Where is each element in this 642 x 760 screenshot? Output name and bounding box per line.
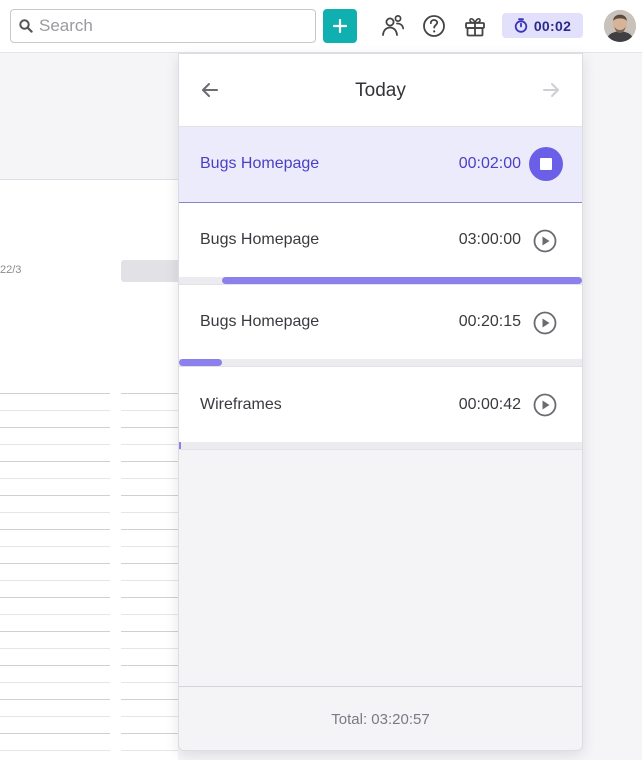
- avatar[interactable]: [604, 10, 636, 42]
- time-entry-row[interactable]: Bugs Homepage 00:02:00: [179, 127, 582, 203]
- entry-progress-track: [179, 277, 582, 284]
- gift-icon: [465, 17, 485, 37]
- team-button[interactable]: [379, 12, 407, 40]
- resume-timer-button[interactable]: [533, 393, 557, 417]
- entry-name: Wireframes: [200, 396, 282, 413]
- plus-icon: [333, 19, 347, 33]
- entry-progress-bar: [179, 359, 222, 366]
- background-grid-line: [0, 597, 110, 598]
- background-grid-line: [121, 631, 178, 632]
- background-grid-line: [0, 410, 110, 411]
- background-grid-line: [0, 427, 110, 428]
- background-grid-line: [121, 444, 178, 445]
- background-grid-line: [121, 699, 178, 700]
- background-grid-line: [121, 512, 178, 513]
- background-grid-line: [121, 393, 178, 394]
- entry-progress-bar: [179, 442, 181, 449]
- time-entry-row[interactable]: Bugs Homepage 00:20:15: [179, 285, 582, 367]
- user-avatar-image: [604, 10, 636, 42]
- gift-button[interactable]: [461, 12, 489, 40]
- background-grid-line: [0, 580, 110, 581]
- background-grid-line: [0, 614, 110, 615]
- search-icon: [19, 19, 33, 33]
- running-timer-button[interactable]: 00:02: [502, 13, 583, 38]
- help-icon: [423, 15, 445, 37]
- entry-duration: 00:02:00: [458, 155, 521, 172]
- play-icon: [533, 311, 557, 335]
- timer-label: 00:02: [533, 17, 572, 34]
- top-bar: 00:02: [0, 0, 642, 53]
- panel-footer: Total: 03:20:57: [179, 686, 582, 750]
- background-grid-line: [0, 665, 110, 666]
- background-grid-line: [0, 512, 110, 513]
- panel-title: Today: [355, 80, 406, 101]
- background-grid-line: [121, 614, 178, 615]
- panel-header: Today: [179, 54, 582, 127]
- background-grid-line: [121, 529, 178, 530]
- background-grid-line: [0, 478, 110, 479]
- entry-progress-track: [179, 442, 582, 449]
- background-grid-line: [0, 461, 110, 462]
- arrow-right-icon: [543, 83, 559, 97]
- total-duration: Total: 03:20:57: [331, 711, 430, 728]
- background-grid-line: [121, 580, 178, 581]
- resume-timer-button[interactable]: [533, 311, 557, 335]
- background-right-area: [583, 53, 642, 760]
- background-grid-line: [0, 529, 110, 530]
- background-grid-line: [0, 648, 110, 649]
- play-icon: [533, 393, 557, 417]
- time-entry-row[interactable]: Bugs Homepage 03:00:00: [179, 203, 582, 285]
- background-grid-line: [0, 750, 110, 751]
- timer-dropdown-panel: Today Bugs Homepage 00:02:00 Bugs Homepa…: [178, 53, 583, 751]
- search-input[interactable]: [39, 16, 299, 36]
- background-grid-line: [0, 716, 110, 717]
- next-day-button[interactable]: [541, 80, 561, 100]
- background-grid-line: [0, 393, 110, 394]
- entry-name: Bugs Homepage: [200, 313, 320, 330]
- background-grid-line: [121, 648, 178, 649]
- background-grid-line: [121, 750, 178, 751]
- entry-progress-bar: [222, 277, 582, 284]
- entry-duration: 00:00:42: [458, 396, 521, 413]
- search-box[interactable]: [10, 9, 316, 43]
- entry-duration: 03:00:00: [458, 231, 521, 248]
- entry-name: Bugs Homepage: [200, 155, 320, 172]
- background-grid-line: [0, 682, 110, 683]
- background-grid-line: [121, 410, 178, 411]
- resume-timer-button[interactable]: [533, 229, 557, 253]
- people-icon: [382, 15, 405, 36]
- background-grid-line: [0, 495, 110, 496]
- entry-duration: 00:20:15: [458, 313, 521, 330]
- background-grid-line: [121, 682, 178, 683]
- stop-icon: [540, 158, 552, 170]
- play-icon: [533, 229, 557, 253]
- background-grid-line: [0, 699, 110, 700]
- background-grid-line: [0, 631, 110, 632]
- background-date: 22/3: [0, 264, 22, 276]
- background-grid-line: [0, 546, 110, 547]
- stop-timer-button[interactable]: [529, 147, 563, 181]
- background-grid-line: [121, 597, 178, 598]
- entry-name: Bugs Homepage: [200, 231, 320, 248]
- background-grid-line: [121, 733, 178, 734]
- background-bar: [121, 260, 181, 282]
- background-grid-line: [0, 563, 110, 564]
- background-grid-line: [121, 716, 178, 717]
- background-grid-line: [121, 427, 178, 428]
- add-button[interactable]: [323, 9, 357, 43]
- background-grid-line: [121, 461, 178, 462]
- background-grid-line: [121, 546, 178, 547]
- background-grid-line: [0, 733, 110, 734]
- time-entry-row[interactable]: Wireframes 00:00:42: [179, 367, 582, 450]
- background-grid-line: [121, 478, 178, 479]
- background-grid-line: [121, 563, 178, 564]
- background-grid-line: [0, 444, 110, 445]
- background-grid-line: [121, 495, 178, 496]
- entry-progress-track: [179, 359, 582, 366]
- stopwatch-icon: [514, 18, 528, 33]
- background-grid-line: [121, 665, 178, 666]
- help-button[interactable]: [420, 12, 448, 40]
